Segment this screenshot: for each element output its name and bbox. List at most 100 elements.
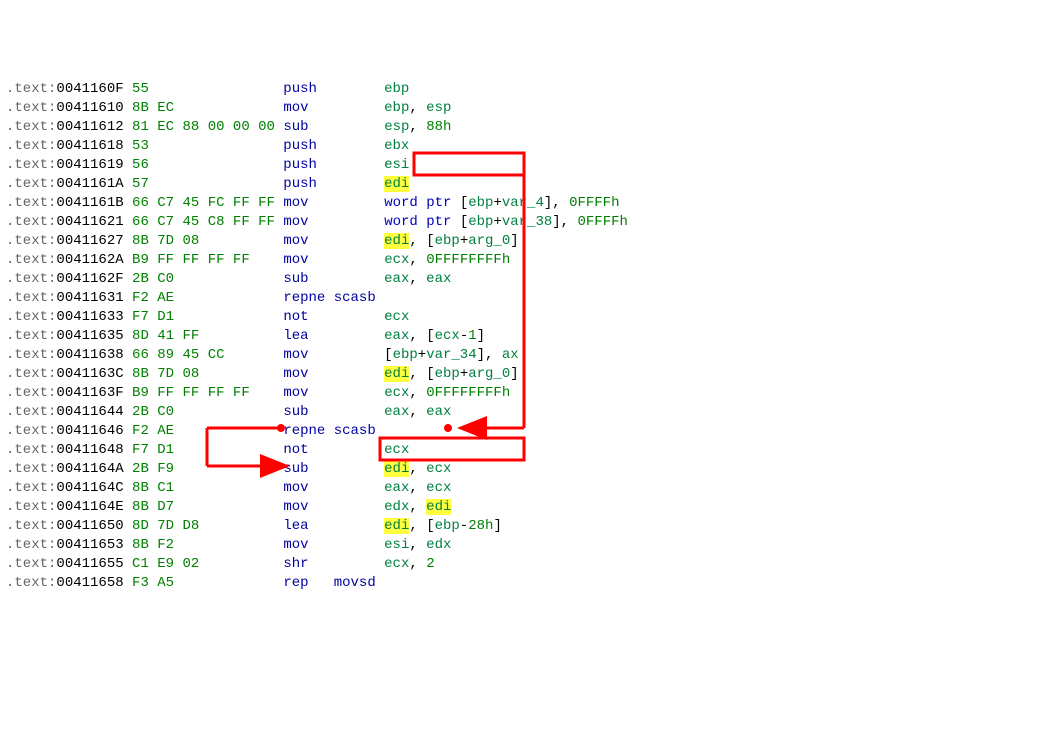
disasm-line[interactable]: .text:00411635 8D 41 FF lea eax, [ecx-1] — [6, 327, 1039, 346]
opcode-bytes: 53 — [132, 138, 283, 154]
disasm-line[interactable]: .text:00411612 81 EC 88 00 00 00 sub esp… — [6, 118, 1039, 137]
disasm-line[interactable]: .text:00411644 2B C0 sub eax, eax — [6, 403, 1039, 422]
segment-label: .text: — [6, 366, 56, 382]
opcode-bytes: F2 AE — [132, 423, 283, 439]
operands: eax, [ecx-1] — [384, 328, 485, 344]
operands: eax, eax — [384, 404, 451, 420]
address: 00411621 — [56, 214, 132, 230]
address: 0041162F — [56, 271, 132, 287]
disasm-line[interactable]: .text:0041161B 66 C7 45 FC FF FF mov wor… — [6, 194, 1039, 213]
disasm-line[interactable]: .text:00411650 8D 7D D8 lea edi, [ebp-28… — [6, 517, 1039, 536]
mnemonic: mov — [283, 537, 384, 553]
mnemonic: push — [283, 176, 384, 192]
mnemonic: push — [283, 157, 384, 173]
mnemonic: mov — [283, 499, 384, 515]
operands: ecx, 2 — [384, 556, 434, 572]
opcode-bytes: 8B D7 — [132, 499, 283, 515]
segment-label: .text: — [6, 404, 56, 420]
disasm-line[interactable]: .text:00411648 F7 D1 not ecx — [6, 441, 1039, 460]
disasm-line[interactable]: .text:0041163C 8B 7D 08 mov edi, [ebp+ar… — [6, 365, 1039, 384]
segment-label: .text: — [6, 385, 56, 401]
mnemonic: push — [283, 138, 384, 154]
mnemonic: not — [283, 309, 384, 325]
mnemonic: sub — [283, 461, 384, 477]
operands: edi, ecx — [384, 461, 451, 477]
segment-label: .text: — [6, 556, 56, 572]
operands: ebp — [384, 81, 409, 97]
disassembly-listing: .text:0041160F 55 push ebp.text:00411610… — [6, 80, 1039, 593]
disasm-line[interactable]: .text:00411619 56 push esi — [6, 156, 1039, 175]
disasm-line[interactable]: .text:0041164E 8B D7 mov edx, edi — [6, 498, 1039, 517]
operands: eax, ecx — [384, 480, 451, 496]
mnemonic: lea — [283, 328, 384, 344]
mnemonic: mov — [283, 385, 384, 401]
disasm-line[interactable]: .text:00411618 53 push ebx — [6, 137, 1039, 156]
segment-label: .text: — [6, 176, 56, 192]
opcode-bytes: 2B C0 — [132, 404, 283, 420]
opcode-bytes: 55 — [132, 81, 283, 97]
opcode-bytes: 8B 7D 08 — [132, 366, 283, 382]
mnemonic: mov — [283, 233, 384, 249]
segment-label: .text: — [6, 195, 56, 211]
mnemonic: mov — [283, 214, 384, 230]
address: 0041163F — [56, 385, 132, 401]
segment-label: .text: — [6, 347, 56, 363]
mnemonic: mov — [283, 195, 384, 211]
address: 00411610 — [56, 100, 132, 116]
mnemonic: mov — [283, 100, 384, 116]
disasm-line[interactable]: .text:0041163F B9 FF FF FF FF mov ecx, 0… — [6, 384, 1039, 403]
address: 0041164A — [56, 461, 132, 477]
disasm-line[interactable]: .text:00411658 F3 A5 rep movsd — [6, 574, 1039, 593]
opcode-bytes: B9 FF FF FF FF — [132, 252, 283, 268]
disasm-line[interactable]: .text:0041161A 57 push edi — [6, 175, 1039, 194]
operands: edi, [ebp+arg_0] — [384, 233, 518, 249]
segment-label: .text: — [6, 461, 56, 477]
disasm-line[interactable]: .text:00411627 8B 7D 08 mov edi, [ebp+ar… — [6, 232, 1039, 251]
disasm-line[interactable]: .text:0041164C 8B C1 mov eax, ecx — [6, 479, 1039, 498]
mnemonic: mov — [283, 366, 384, 382]
operands: eax, eax — [384, 271, 451, 287]
operands: edx, edi — [384, 499, 451, 515]
address: 0041163C — [56, 366, 132, 382]
operands: ebx — [384, 138, 409, 154]
disasm-line[interactable]: .text:00411646 F2 AE repne scasb — [6, 422, 1039, 441]
opcode-bytes: 2B F9 — [132, 461, 283, 477]
disasm-line[interactable]: .text:00411621 66 C7 45 C8 FF FF mov wor… — [6, 213, 1039, 232]
opcode-bytes: B9 FF FF FF FF — [132, 385, 283, 401]
address: 00411635 — [56, 328, 132, 344]
address: 00411653 — [56, 537, 132, 553]
address: 0041164E — [56, 499, 132, 515]
address: 00411618 — [56, 138, 132, 154]
segment-label: .text: — [6, 423, 56, 439]
operands: word ptr [ebp+var_38], 0FFFFh — [384, 214, 628, 230]
disasm-line[interactable]: .text:0041162F 2B C0 sub eax, eax — [6, 270, 1039, 289]
opcode-bytes: F2 AE — [132, 290, 283, 306]
opcode-bytes: 66 C7 45 FC FF FF — [132, 195, 283, 211]
opcode-bytes: 66 89 45 CC — [132, 347, 283, 363]
disasm-line[interactable]: .text:00411631 F2 AE repne scasb — [6, 289, 1039, 308]
operands: word ptr [ebp+var_4], 0FFFFh — [384, 195, 619, 211]
mnemonic: mov — [283, 347, 384, 363]
opcode-bytes: 2B C0 — [132, 271, 283, 287]
disasm-line[interactable]: .text:00411610 8B EC mov ebp, esp — [6, 99, 1039, 118]
mnemonic: mov — [283, 252, 384, 268]
operands: [ebp+var_34], ax — [384, 347, 518, 363]
operands: ecx, 0FFFFFFFFh — [384, 252, 510, 268]
segment-label: .text: — [6, 442, 56, 458]
operands: ecx — [384, 442, 409, 458]
disasm-line[interactable]: .text:0041164A 2B F9 sub edi, ecx — [6, 460, 1039, 479]
address: 0041161B — [56, 195, 132, 211]
segment-label: .text: — [6, 480, 56, 496]
disasm-line[interactable]: .text:00411638 66 89 45 CC mov [ebp+var_… — [6, 346, 1039, 365]
address: 00411648 — [56, 442, 132, 458]
segment-label: .text: — [6, 518, 56, 534]
disasm-line[interactable]: .text:0041160F 55 push ebp — [6, 80, 1039, 99]
disasm-line[interactable]: .text:0041162A B9 FF FF FF FF mov ecx, 0… — [6, 251, 1039, 270]
mnemonic: repne scasb — [283, 290, 375, 306]
mnemonic: shr — [283, 556, 384, 572]
operands: ecx, 0FFFFFFFFh — [384, 385, 510, 401]
disasm-line[interactable]: .text:00411633 F7 D1 not ecx — [6, 308, 1039, 327]
segment-label: .text: — [6, 537, 56, 553]
operands: edi, [ebp+arg_0] — [384, 366, 518, 382]
disasm-line[interactable]: .text:00411655 C1 E9 02 shr ecx, 2 — [6, 555, 1039, 574]
